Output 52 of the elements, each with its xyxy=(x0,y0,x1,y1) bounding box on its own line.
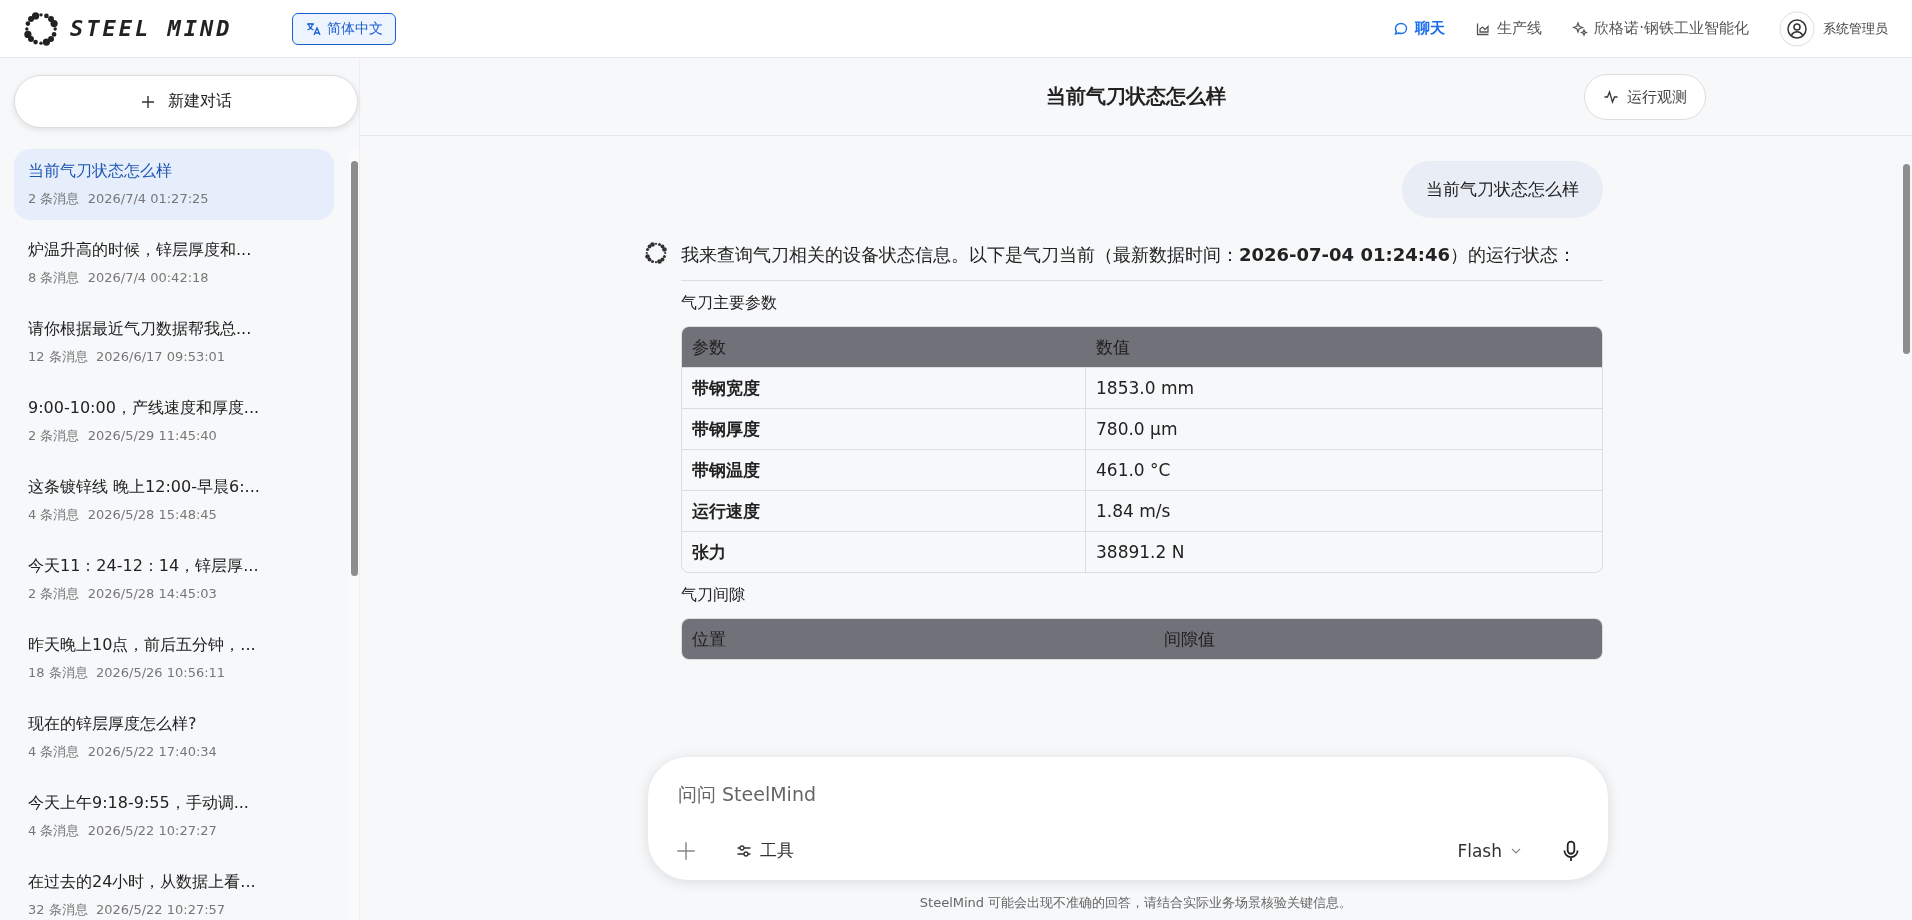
column-header: 参数 xyxy=(691,335,727,359)
conversation-item[interactable]: 这条镀锌线 晚上12:00-早晨6:... 4 条消息 2026/5/28 15:48:45 xyxy=(14,465,335,536)
table-cell: 运行速度 xyxy=(682,491,1086,531)
add-icon[interactable] xyxy=(676,840,696,861)
disclaimer-text: SteelMind 可能会出现不准确的回答，请结合实际业务场景核验关键信息。 xyxy=(918,894,1354,912)
conversation-item[interactable]: 请你根据最近气刀数据帮我总... 12 条消息 2026/6/17 09:53:01 xyxy=(14,307,335,378)
model-dropdown[interactable]: Flash xyxy=(1457,840,1522,861)
user-avatar-icon[interactable] xyxy=(1779,10,1815,47)
table-cell-text: 780.0 µm xyxy=(1095,418,1179,441)
sparkle-icon xyxy=(1572,20,1589,37)
sliders-icon xyxy=(736,842,752,859)
column-header: 数值 xyxy=(1095,335,1131,359)
column-header: 间隙值 xyxy=(1163,627,1216,651)
table-cell: 带钢宽度 xyxy=(682,368,1086,408)
conversation-item[interactable]: 炉温升高的时候，锌层厚度和... 8 条消息 2026/7/4 00:42:18 xyxy=(14,228,335,299)
table-cell: 带钢厚度 xyxy=(682,409,1086,449)
logo-icon xyxy=(24,11,58,46)
conversation-item[interactable]: 现在的锌层厚度怎么样? 4 条消息 2026/5/22 17:40:34 xyxy=(14,702,335,773)
message-input[interactable]: 问问 SteelMind xyxy=(676,779,1584,809)
conversation-item[interactable]: 昨天晚上10点，前后五分钟，... 18 条消息 2026/5/26 10:56:11 xyxy=(14,623,335,694)
conversation-item[interactable]: 今天11：24-12：14，锌层厚... 2 条消息 2026/5/28 14:45:03 xyxy=(14,544,335,615)
section-heading: 气刀间隙 xyxy=(681,585,746,606)
table-cell-text: 1.84 m/s xyxy=(1095,500,1172,523)
conversation-item[interactable]: 今天上午9:18-9:55，手动调... 4 条消息 2026/5/22 10:27:27 xyxy=(14,781,335,852)
conversation-item[interactable]: 当前气刀状态怎么样 2 条消息 2026/7/4 01:27:25 xyxy=(14,149,335,220)
table-cell: 带钢温度 xyxy=(682,450,1086,490)
table-cell: 张力 xyxy=(682,532,1086,572)
nav-link[interactable]: 欣格诺·钢铁工业智能化 xyxy=(1572,19,1749,38)
table-cell-text: 38891.2 N xyxy=(1095,541,1186,564)
column-header: 位置 xyxy=(691,627,727,651)
logo-text: STEEL MIND xyxy=(70,16,233,41)
nav-link[interactable]: 生产线 xyxy=(1475,19,1543,38)
nav-link[interactable]: 聊天 xyxy=(1393,19,1446,38)
pulse-icon xyxy=(1603,89,1619,105)
new-chat-button[interactable]: 新建对话 xyxy=(14,75,358,128)
plus-icon xyxy=(140,93,156,110)
assistant-logo-icon xyxy=(645,242,667,264)
reply-text: 我来查询气刀相关的设备状态信息。以下是气刀当前（最新数据时间：2026-07-04 01:24:46）的运行状态： xyxy=(681,243,1577,267)
user-message: 当前气刀状态怎么样 xyxy=(1402,161,1603,218)
conversation-item[interactable]: 9:00-10:00，产线速度和厚度... 2 条消息 2026/5/29 11:45:40 xyxy=(14,386,335,457)
conversation-item[interactable]: 在过去的24小时，从数据上看... 32 条消息 2026/5/22 10:27:57 xyxy=(14,860,335,920)
section-heading: 气刀主要参数 xyxy=(681,293,778,314)
observe-button[interactable]: 运行观测 xyxy=(1584,74,1706,120)
chat-title: 当前气刀状态怎么样 xyxy=(1046,83,1226,110)
translate-icon xyxy=(305,20,322,37)
tools-button[interactable]: 工具 xyxy=(736,839,794,862)
chat-bubble-icon xyxy=(1393,20,1410,37)
table-cell-text: 461.0 °C xyxy=(1095,459,1172,482)
user-name: 系统管理员 xyxy=(1823,19,1888,38)
language-button[interactable]: 简体中文 xyxy=(292,12,397,45)
microphone-icon[interactable] xyxy=(1562,839,1580,862)
table-cell-text: 1853.0 mm xyxy=(1095,377,1195,400)
